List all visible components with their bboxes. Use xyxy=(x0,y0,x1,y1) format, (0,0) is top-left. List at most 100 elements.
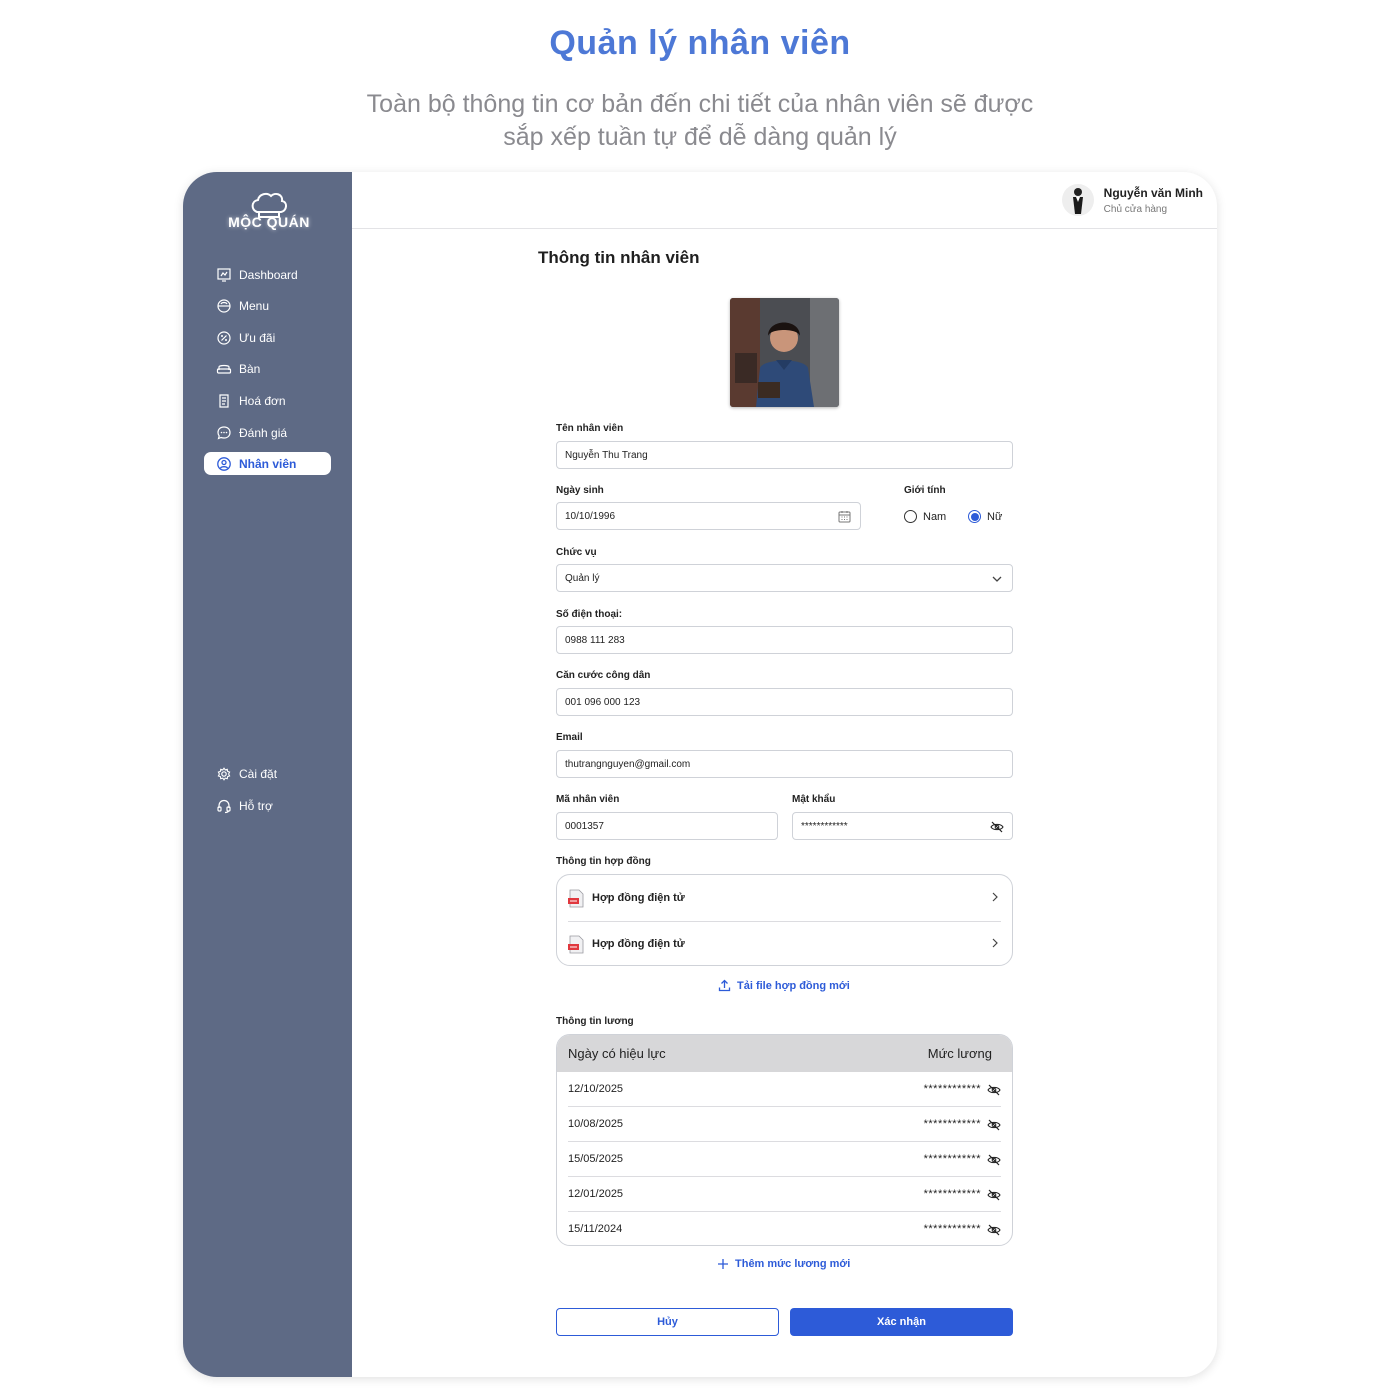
employee-photo[interactable] xyxy=(730,298,839,407)
sidebar-item-label: Bàn xyxy=(239,361,261,376)
plus-icon xyxy=(717,1258,729,1270)
chat-icon xyxy=(216,425,232,441)
upload-icon xyxy=(718,979,731,992)
sidebar-item-discount[interactable]: Ưu đãi xyxy=(204,326,331,349)
app-window: MỘC QUÁN Dashboard Menu Ưu đãi Bàn Hoá đ… xyxy=(183,172,1217,1377)
chevron-down-icon xyxy=(989,571,1004,586)
contract-title: Hợp đồng điện tử xyxy=(592,892,685,904)
position-select[interactable]: Quản lý xyxy=(556,564,1013,592)
phone-value: 0988 111 283 xyxy=(565,634,625,646)
phone-field[interactable]: 0988 111 283 xyxy=(556,626,1013,654)
cancel-button[interactable]: Hủy xyxy=(556,1308,779,1336)
gender-female-option[interactable]: Nữ xyxy=(968,510,1002,523)
eye-off-icon[interactable] xyxy=(987,1154,1001,1166)
upload-contract-button[interactable]: Tải file hợp đồng mới xyxy=(718,979,850,992)
salary-date: 12/01/2025 xyxy=(568,1188,624,1200)
brand-name: MỘC QUÁN xyxy=(228,214,310,230)
contract-item[interactable]: Hợp đồng điện tử xyxy=(557,875,1012,921)
sidebar-item-label: Menu xyxy=(239,298,270,313)
contract-title: Hợp đồng điện tử xyxy=(592,938,685,950)
sidebar-item-label: Cài đặt xyxy=(239,766,278,781)
position-value: Quản lý xyxy=(565,572,600,584)
table-row: 12/10/2025 ************ xyxy=(557,1072,1012,1107)
chart-icon xyxy=(216,267,232,283)
user-name: Nguyễn văn Minh xyxy=(1103,185,1203,200)
gender-label: Giới tính xyxy=(904,485,946,496)
email-label: Email xyxy=(556,732,583,743)
eye-off-icon[interactable] xyxy=(987,1224,1001,1236)
salary-amount: ************ xyxy=(923,1083,981,1095)
user-circle-icon xyxy=(216,456,232,472)
add-salary-label: Thêm mức lương mới xyxy=(735,1258,851,1270)
upload-contract-label: Tải file hợp đồng mới xyxy=(737,979,850,992)
main-content: Nguyễn văn Minh Chủ cửa hàng Thông tin n… xyxy=(352,172,1217,1377)
position-label: Chức vụ xyxy=(556,547,597,558)
contracts-list: Hợp đồng điện tử Hợp đồng điện tử xyxy=(556,874,1013,966)
salary-date: 15/05/2025 xyxy=(568,1153,624,1165)
salary-date: 12/10/2025 xyxy=(568,1083,624,1095)
receipt-icon xyxy=(216,393,232,409)
employee-code-value: 0001357 xyxy=(565,820,604,832)
column-header-date: Ngày có hiệu lực xyxy=(568,1046,666,1061)
name-field[interactable]: Nguyễn Thu Trang xyxy=(556,441,1013,469)
name-value: Nguyễn Thu Trang xyxy=(565,449,648,461)
password-field[interactable]: ************ xyxy=(792,812,1013,840)
calendar-icon[interactable] xyxy=(837,509,852,524)
email-value: thutrangnguyen@gmail.com xyxy=(565,758,691,770)
sidebar-item-label: Đánh giá xyxy=(239,425,288,440)
gender-male-radio[interactable] xyxy=(904,510,917,523)
sidebar-item-employees[interactable]: Nhân viên xyxy=(204,452,331,475)
brand-logo[interactable]: MỘC QUÁN xyxy=(219,190,319,230)
dob-value: 10/10/1996 xyxy=(565,510,616,522)
sidebar-item-label: Ưu đãi xyxy=(239,330,276,345)
eye-off-icon[interactable] xyxy=(987,1084,1001,1096)
contracts-label: Thông tin hợp đồng xyxy=(556,856,651,867)
citizen-id-value: 001 096 000 123 xyxy=(565,696,641,708)
hero-subtitle-line-1: Toàn bộ thông tin cơ bản đến chi tiết củ… xyxy=(366,90,1034,118)
sofa-icon xyxy=(216,361,232,377)
sidebar-item-settings[interactable]: Cài đặt xyxy=(204,762,331,785)
eye-off-icon[interactable] xyxy=(989,819,1004,834)
salary-table: Ngày có hiệu lực Mức lương 12/10/2025 **… xyxy=(556,1034,1013,1246)
hero-subtitle-line-2: sắp xếp tuần tự để dễ dàng quản lý xyxy=(503,123,897,151)
contract-item[interactable]: Hợp đồng điện tử xyxy=(557,921,1012,967)
password-value: ************ xyxy=(801,820,848,832)
email-field[interactable]: thutrangnguyen@gmail.com xyxy=(556,750,1013,778)
sidebar-item-reviews[interactable]: Đánh giá xyxy=(204,421,331,444)
table-row: 10/08/2025 ************ xyxy=(557,1107,1012,1142)
user-profile[interactable]: Nguyễn văn Minh Chủ cửa hàng xyxy=(1061,184,1203,216)
password-label: Mật khẩu xyxy=(792,794,836,805)
name-label: Tên nhân viên xyxy=(556,423,624,434)
sidebar-item-dashboard[interactable]: Dashboard xyxy=(204,263,331,286)
table-row: 15/11/2024 ************ xyxy=(557,1212,1012,1245)
dob-field[interactable]: 10/10/1996 xyxy=(556,502,861,530)
sidebar-item-support[interactable]: Hỗ trợ xyxy=(204,794,331,817)
sidebar-item-label: Hỗ trợ xyxy=(239,798,273,813)
salary-amount: ************ xyxy=(923,1118,981,1130)
confirm-button[interactable]: Xác nhận xyxy=(790,1308,1013,1336)
table-row: 15/05/2025 ************ xyxy=(557,1142,1012,1177)
eye-off-icon[interactable] xyxy=(987,1119,1001,1131)
bowl-icon xyxy=(216,298,232,314)
gear-icon xyxy=(216,766,232,782)
hero-title: Quản lý nhân viên xyxy=(549,24,851,62)
salary-amount: ************ xyxy=(923,1223,981,1235)
sidebar-item-menu[interactable]: Menu xyxy=(204,294,331,317)
eye-off-icon[interactable] xyxy=(987,1189,1001,1201)
add-salary-button[interactable]: Thêm mức lương mới xyxy=(717,1258,850,1270)
gender-male-option[interactable]: Nam xyxy=(904,510,946,523)
citizen-id-label: Căn cước công dân xyxy=(556,670,651,681)
salary-amount: ************ xyxy=(923,1188,981,1200)
page-title: Thông tin nhân viên xyxy=(538,248,700,267)
hero-subtitle: Toàn bộ thông tin cơ bản đến chi tiết củ… xyxy=(300,88,1100,154)
citizen-id-field[interactable]: 001 096 000 123 xyxy=(556,688,1013,716)
column-header-amount: Mức lương xyxy=(927,1046,992,1061)
sidebar-item-tables[interactable]: Bàn xyxy=(204,357,331,380)
sidebar-item-label: Dashboard xyxy=(239,267,298,282)
top-bar: Nguyễn văn Minh Chủ cửa hàng xyxy=(352,172,1217,229)
employee-code-field[interactable]: 0001357 xyxy=(556,812,778,840)
table-row: 12/01/2025 ************ xyxy=(557,1177,1012,1212)
gender-female-radio[interactable] xyxy=(968,510,981,523)
sidebar-item-invoices[interactable]: Hoá đơn xyxy=(204,389,331,412)
sidebar-item-label: Hoá đơn xyxy=(239,393,286,408)
